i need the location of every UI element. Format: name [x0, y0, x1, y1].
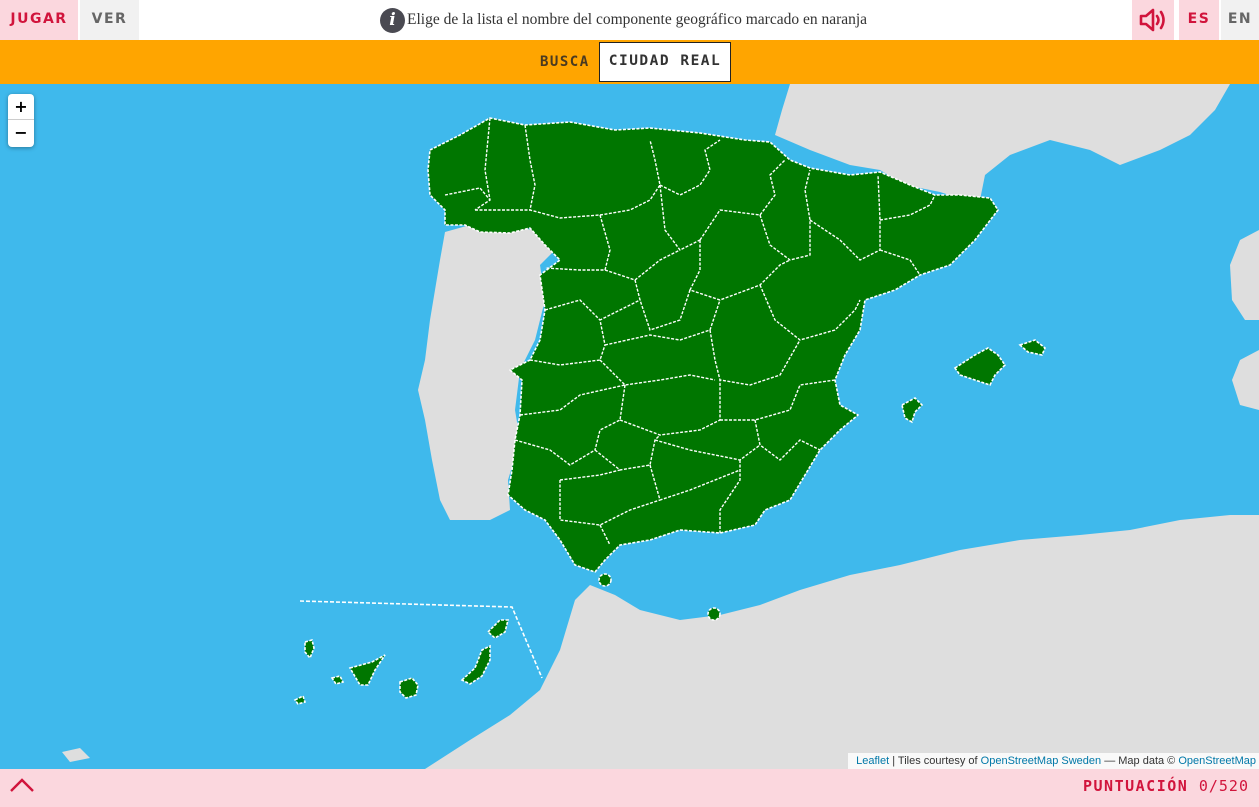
score-value: 0/520 [1198, 777, 1249, 795]
osm-sweden-link[interactable]: OpenStreetMap Sweden [981, 755, 1101, 767]
zoom-in-button[interactable]: + [8, 94, 34, 120]
info-icon[interactable]: i [380, 7, 405, 33]
sound-button[interactable] [1132, 0, 1174, 40]
land-sardinia [1232, 350, 1259, 410]
land-misc [62, 748, 90, 762]
score: PUNTUACIÓN 0/520 [1083, 777, 1249, 795]
search-bar: BUSCA CIUDAD REAL [0, 40, 1259, 84]
tab-jugar[interactable]: JUGAR [0, 0, 78, 40]
zoom-out-button[interactable]: − [8, 120, 34, 146]
zoom-control: + − [8, 94, 34, 147]
top-bar: JUGAR VER i Elige de la lista el nombre … [0, 0, 1259, 40]
speaker-icon [1139, 8, 1165, 32]
score-label: PUNTUACIÓN [1083, 777, 1189, 795]
footer-bar: PUNTUACIÓN 0/520 [0, 769, 1259, 807]
canary-inset-frame [299, 600, 543, 679]
leaflet-link[interactable]: Leaflet [856, 755, 889, 767]
instruction: i Elige de la lista el nombre del compon… [380, 6, 867, 34]
attribution-text-2: — Map data © [1101, 755, 1179, 767]
land-corsica [1230, 230, 1259, 320]
language-en-button[interactable]: EN [1221, 0, 1259, 40]
balearic-islands [901, 339, 1046, 424]
instruction-text: Elige de la lista el nombre del componen… [407, 11, 868, 28]
map[interactable]: + − Leaflet | Tiles courtesy of OpenStre… [0, 84, 1259, 769]
language-es-button[interactable]: ES [1179, 0, 1219, 40]
osm-link[interactable]: OpenStreetMap [1178, 755, 1256, 767]
canary-islands [293, 619, 510, 705]
target-name-box: CIUDAD REAL [599, 42, 731, 82]
attribution-text-1: | Tiles courtesy of [889, 755, 981, 767]
land-africa [425, 515, 1259, 769]
chevron-up-icon[interactable] [9, 777, 35, 793]
search-prompt-label: BUSCA [540, 54, 590, 70]
map-canvas[interactable] [0, 84, 1259, 769]
map-attribution: Leaflet | Tiles courtesy of OpenStreetMa… [848, 753, 1259, 769]
tab-ver[interactable]: VER [80, 0, 139, 40]
